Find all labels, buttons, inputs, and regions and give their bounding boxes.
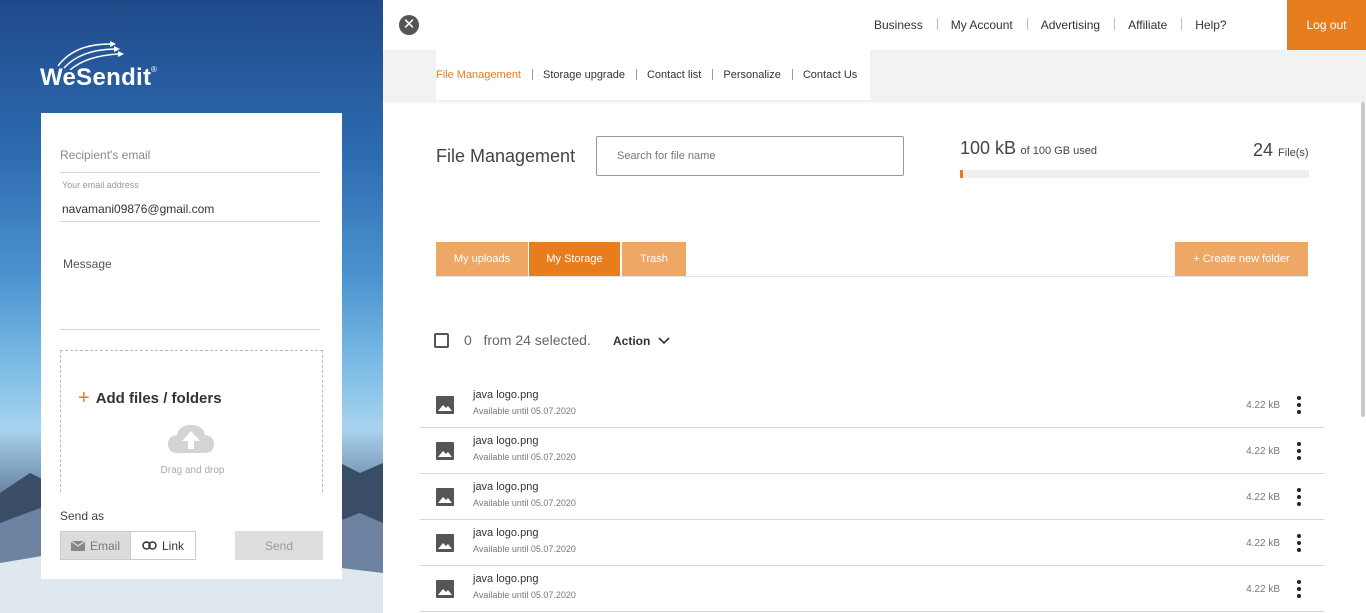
nav-help[interactable]: Help?	[1181, 18, 1240, 32]
close-icon[interactable]: ✕	[399, 15, 419, 35]
drag-drop-label: Drag and drop	[160, 465, 225, 476]
send-as-label: Send as	[60, 509, 105, 523]
file-availability: Available until 05.07.2020	[473, 498, 576, 508]
more-vert-icon[interactable]	[1296, 488, 1302, 506]
files-count-value: 24	[1253, 140, 1274, 160]
nav-advertising[interactable]: Advertising	[1026, 18, 1114, 32]
storage-progress-bar	[960, 170, 1309, 178]
tabs-divider	[436, 276, 1308, 277]
file-size: 4.22 kB	[1246, 400, 1280, 411]
nav-business[interactable]: Business	[860, 18, 937, 32]
file-size: 4.22 kB	[1246, 492, 1280, 503]
send-form: Recipient's email Your email address nav…	[41, 113, 342, 579]
storage-progress-fill	[960, 170, 964, 178]
logo-registered-mark: ®	[151, 65, 157, 74]
link-button-label: Link	[161, 538, 184, 553]
file-row[interactable]: java logo.png Available until 05.07.2020 4…	[420, 566, 1324, 612]
action-label: Action	[613, 334, 651, 348]
file-name[interactable]: java logo.png	[473, 389, 538, 401]
recipient-email-placeholder: Recipient's email	[60, 148, 151, 162]
subnav-personalize[interactable]: Personalize	[712, 69, 791, 81]
logout-button[interactable]: Log out	[1287, 0, 1366, 50]
recipient-email-field[interactable]: Recipient's email	[60, 143, 320, 173]
tab-trash[interactable]: Trash	[622, 242, 686, 276]
image-icon	[436, 534, 454, 552]
file-row[interactable]: java logo.png Available until 05.07.2020 4…	[420, 382, 1324, 428]
storage-usage: 100 kB of 100 GB used	[960, 138, 1097, 159]
tab-my-storage[interactable]: My Storage	[529, 242, 620, 276]
selection-count: 0 from 24 selected.	[464, 332, 591, 348]
top-nav: Business My Account Advertising Affiliat…	[860, 0, 1241, 50]
send-as-link-button[interactable]: Link	[131, 531, 196, 560]
nav-my-account[interactable]: My Account	[936, 18, 1027, 32]
vertical-scrollbar[interactable]	[1361, 102, 1365, 417]
image-icon	[436, 396, 454, 414]
file-name[interactable]: java logo.png	[473, 481, 538, 493]
file-availability: Available until 05.07.2020	[473, 406, 576, 416]
image-icon	[436, 442, 454, 460]
message-placeholder: Message	[63, 257, 112, 271]
wesendit-logo[interactable]: WeSendit ®	[40, 38, 170, 94]
more-vert-icon[interactable]	[1296, 534, 1302, 552]
file-size: 4.22 kB	[1246, 584, 1280, 595]
subnav-file-management[interactable]: File Management	[436, 69, 532, 81]
subnav-storage-upgrade[interactable]: Storage upgrade	[532, 69, 636, 81]
send-panel: WeSendit ® Recipient's email Your email …	[0, 0, 383, 613]
add-files-label: Add files / folders	[95, 390, 222, 407]
sub-nav: File Management Storage upgrade Contact …	[436, 50, 870, 100]
page-title: File Management	[436, 146, 576, 166]
your-email-label: Your email address	[62, 180, 139, 190]
more-vert-icon[interactable]	[1296, 396, 1302, 414]
file-drop-zone[interactable]: + Add files / folders Drag and drop	[60, 350, 323, 492]
files-count: 24 File(s)	[1253, 140, 1309, 161]
action-dropdown[interactable]: Action	[613, 334, 670, 348]
file-name[interactable]: java logo.png	[473, 527, 538, 539]
selection-row: 0 from 24 selected.	[434, 332, 591, 348]
link-icon	[142, 541, 157, 550]
file-row[interactable]: java logo.png Available until 05.07.2020 4…	[420, 428, 1324, 474]
file-size: 4.22 kB	[1246, 446, 1280, 457]
file-name[interactable]: java logo.png	[473, 573, 538, 585]
your-email-field[interactable]: Your email address navamani09876@gmail.c…	[60, 178, 320, 222]
chevron-down-icon	[658, 337, 670, 345]
image-icon	[436, 580, 454, 598]
add-files-button[interactable]: + Add files / folders	[78, 387, 222, 410]
mail-icon	[70, 540, 85, 551]
file-availability: Available until 05.07.2020	[473, 590, 576, 600]
file-row[interactable]: java logo.png Available until 05.07.2020 4…	[420, 520, 1324, 566]
used-amount: 100 kB	[960, 138, 1017, 158]
search-input[interactable]	[596, 136, 904, 176]
file-availability: Available until 05.07.2020	[473, 452, 576, 462]
more-vert-icon[interactable]	[1296, 442, 1302, 460]
file-list: java logo.png Available until 05.07.2020 4…	[420, 382, 1324, 612]
file-availability: Available until 05.07.2020	[473, 544, 576, 554]
file-size: 4.22 kB	[1246, 538, 1280, 549]
subnav-contact-list[interactable]: Contact list	[635, 69, 712, 81]
send-button[interactable]: Send	[235, 531, 323, 560]
logo-text: WeSendit	[40, 64, 152, 91]
select-all-checkbox[interactable]	[434, 332, 449, 348]
cloud-upload-icon	[168, 425, 214, 453]
used-of-total: of 100 GB used	[1020, 145, 1097, 157]
nav-affiliate[interactable]: Affiliate	[1114, 18, 1181, 32]
file-row[interactable]: java logo.png Available until 05.07.2020 4…	[420, 474, 1324, 520]
file-name[interactable]: java logo.png	[473, 435, 538, 447]
send-as-email-button[interactable]: Email	[60, 531, 131, 560]
more-vert-icon[interactable]	[1296, 580, 1302, 598]
create-folder-button[interactable]: + Create new folder	[1175, 242, 1308, 276]
plus-icon: +	[78, 387, 90, 409]
your-email-value: navamani09876@gmail.com	[62, 202, 215, 216]
image-icon	[436, 488, 454, 506]
message-field[interactable]: Message	[60, 253, 320, 330]
subnav-contact-us[interactable]: Contact Us	[791, 69, 868, 81]
files-count-label: File(s)	[1278, 147, 1309, 159]
email-button-label: Email	[89, 538, 120, 553]
tab-my-uploads[interactable]: My uploads	[436, 242, 528, 276]
